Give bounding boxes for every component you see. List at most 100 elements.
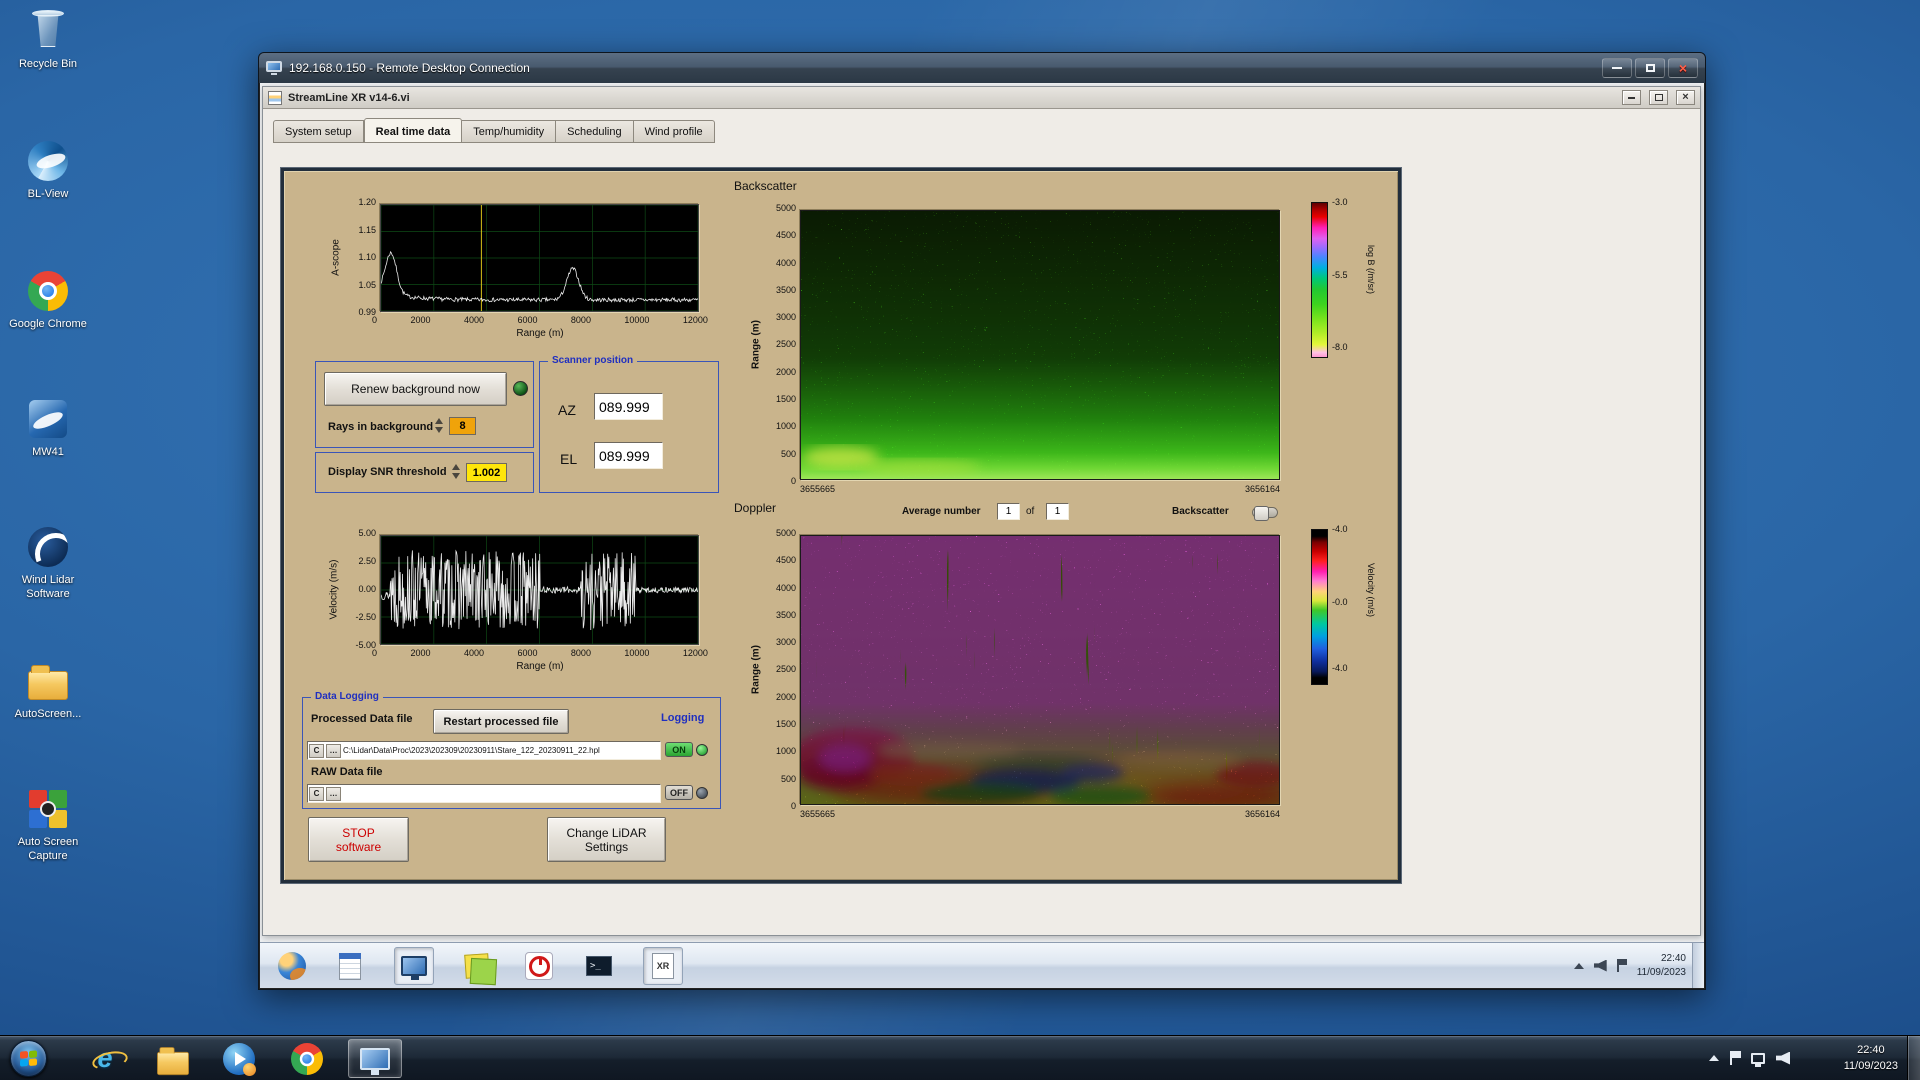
taskbar-clock[interactable]: 22:40 11/09/2023 [1844, 1043, 1898, 1075]
desktop-icon-bl-view[interactable]: BL-View [0, 138, 96, 202]
volume-icon[interactable] [1593, 959, 1607, 972]
restart-processed-file-button[interactable]: Restart processed file [433, 709, 569, 734]
taskbar-remote-desktop-active[interactable] [348, 1039, 402, 1078]
app-close-button[interactable]: × [1676, 90, 1695, 105]
backscatter-toggle[interactable] [1252, 506, 1278, 521]
taskbar-google-chrome[interactable] [280, 1039, 334, 1078]
desktop-icon-mw41[interactable]: MW41 [0, 396, 96, 460]
tab-scheduling[interactable]: Scheduling [556, 120, 634, 143]
tick-label: 2000 [410, 315, 431, 325]
taskbar-windows-explorer[interactable] [146, 1039, 200, 1078]
streamline-window: StreamLine XR v14-6.vi × System setup Rea… [262, 86, 1701, 936]
taskbar-internet-explorer[interactable]: e [78, 1039, 132, 1078]
tick-label: 4000 [775, 582, 796, 593]
tab-temp-humidity[interactable]: Temp/humidity [462, 120, 557, 143]
taskbar: e 22:40 11/09/2023 [0, 1035, 1920, 1080]
action-center-flag-icon[interactable] [1616, 959, 1627, 972]
tick-label: 4500 [775, 230, 796, 241]
ascope-plot[interactable] [380, 204, 699, 312]
desktop-icon-auto-screen-capture[interactable]: Auto Screen Capture [0, 786, 96, 864]
velocity-plot[interactable] [380, 535, 699, 645]
processed-path-field[interactable]: C … C:\Lidar\Data\Proc\2023\202309\20230… [307, 741, 661, 760]
snr-threshold-label: Display SNR threshold [328, 466, 447, 478]
backscatter-heatmap[interactable] [800, 210, 1280, 480]
tick-label: 8000 [570, 315, 591, 325]
rdp-close-button[interactable]: × [1668, 58, 1698, 78]
minimize-icon [1612, 67, 1622, 69]
session-taskbar-power[interactable] [519, 947, 559, 985]
rays-value-field[interactable]: 8 [449, 417, 476, 435]
session-taskbar-browser[interactable] [272, 947, 312, 985]
average-count-field[interactable]: 1 [1046, 503, 1069, 520]
colorbar-tick: -4.0 [1332, 663, 1348, 673]
app-restore-button[interactable] [1649, 90, 1668, 105]
session-show-desktop-button[interactable] [1692, 943, 1704, 988]
tick-label: 12000 [682, 315, 708, 325]
desktop-icon-recycle-bin[interactable]: Recycle Bin [0, 8, 96, 72]
velocity-x-ticks: 0 2000 4000 6000 8000 10000 12000 [372, 648, 708, 658]
taskbar-windows-media-player[interactable] [212, 1039, 266, 1078]
tick-label: 10000 [624, 648, 650, 658]
tick-label: 1.15 [358, 224, 376, 235]
browse-button[interactable]: … [326, 743, 341, 758]
snr-value-field[interactable]: 1.002 [466, 463, 507, 482]
session-taskbar-command-prompt[interactable]: >_ [579, 947, 619, 985]
ascope-x-ticks: 0 2000 4000 6000 8000 10000 12000 [372, 315, 708, 325]
session-taskbar-remote-desktop[interactable] [394, 947, 434, 985]
az-value-field[interactable]: 089.999 [594, 393, 663, 420]
drive-select-button[interactable]: C [309, 786, 324, 801]
snr-spinner[interactable] [452, 463, 461, 480]
change-settings-line1: Change LiDAR [566, 825, 647, 840]
tick-label: 3000 [775, 637, 796, 648]
session-taskbar-sticky-notes[interactable] [457, 947, 497, 985]
raw-path-field[interactable]: C … [307, 784, 661, 803]
volume-icon[interactable] [1776, 1051, 1790, 1065]
on-toggle[interactable]: ON [665, 742, 693, 757]
drive-select-button[interactable]: C [309, 743, 324, 758]
hidden-icons-arrow[interactable] [1709, 1055, 1719, 1061]
doppler-colorbar[interactable] [1311, 529, 1328, 685]
streamline-titlebar[interactable]: StreamLine XR v14-6.vi × [263, 87, 1700, 109]
renew-background-button[interactable]: Renew background now [324, 372, 507, 406]
session-taskbar-streamline-xr[interactable]: XR [643, 947, 683, 985]
app-minimize-button[interactable] [1622, 90, 1641, 105]
off-toggle[interactable]: OFF [665, 785, 693, 800]
rdp-maximize-button[interactable] [1635, 58, 1665, 78]
browse-button[interactable]: … [326, 786, 341, 801]
stop-software-line2: software [335, 839, 382, 854]
rays-spinner[interactable] [435, 417, 444, 434]
change-lidar-settings-button[interactable]: Change LiDAR Settings [547, 817, 666, 862]
processed-logging-toggle[interactable]: ON [665, 742, 708, 757]
show-desktop-button[interactable] [1907, 1036, 1920, 1080]
network-icon[interactable] [1751, 1052, 1765, 1067]
tab-real-time-data[interactable]: Real time data [363, 118, 463, 143]
action-center-flag-icon[interactable] [1730, 1051, 1741, 1065]
session-taskbar-notepad[interactable] [330, 947, 370, 985]
tab-wind-profile[interactable]: Wind profile [633, 120, 715, 143]
start-button[interactable] [10, 1040, 47, 1077]
tick-label: 1500 [775, 394, 796, 405]
backscatter-colorbar[interactable] [1311, 202, 1328, 358]
desktop-icon-wind-lidar[interactable]: Wind Lidar Software [0, 524, 96, 602]
tab-system-setup[interactable]: System setup [273, 120, 364, 143]
desktop-icon-autoscreen[interactable]: AutoScreen... [0, 658, 96, 722]
desktop-icon-label: Google Chrome [9, 318, 87, 330]
rdp-minimize-button[interactable] [1602, 58, 1632, 78]
backscatter-toggle-label: Backscatter [1172, 506, 1229, 517]
desktop-icon-google-chrome[interactable]: Google Chrome [0, 268, 96, 332]
stop-software-button[interactable]: STOP software [308, 817, 409, 862]
raw-logging-toggle[interactable]: OFF [665, 785, 708, 800]
doppler-heatmap[interactable] [800, 535, 1280, 805]
session-clock[interactable]: 22:40 11/09/2023 [1637, 952, 1686, 979]
windows-logo-icon [20, 1050, 37, 1067]
snr-group: Display SNR threshold 1.002 [315, 452, 534, 493]
tick-label: 6000 [517, 315, 538, 325]
hidden-icons-arrow[interactable] [1573, 962, 1584, 969]
session-clock-date: 11/09/2023 [1636, 966, 1686, 978]
el-value-field[interactable]: 089.999 [594, 442, 663, 469]
doppler-y-ticks: 5000 4500 4000 3500 3000 2500 2000 1500 1000 500 0 [750, 529, 796, 811]
power-icon [525, 952, 553, 980]
rdp-titlebar[interactable]: 192.168.0.150 - Remote Desktop Connectio… [259, 53, 1705, 83]
average-number-field[interactable]: 1 [997, 503, 1020, 520]
streamline-xr-icon: XR [652, 953, 674, 979]
